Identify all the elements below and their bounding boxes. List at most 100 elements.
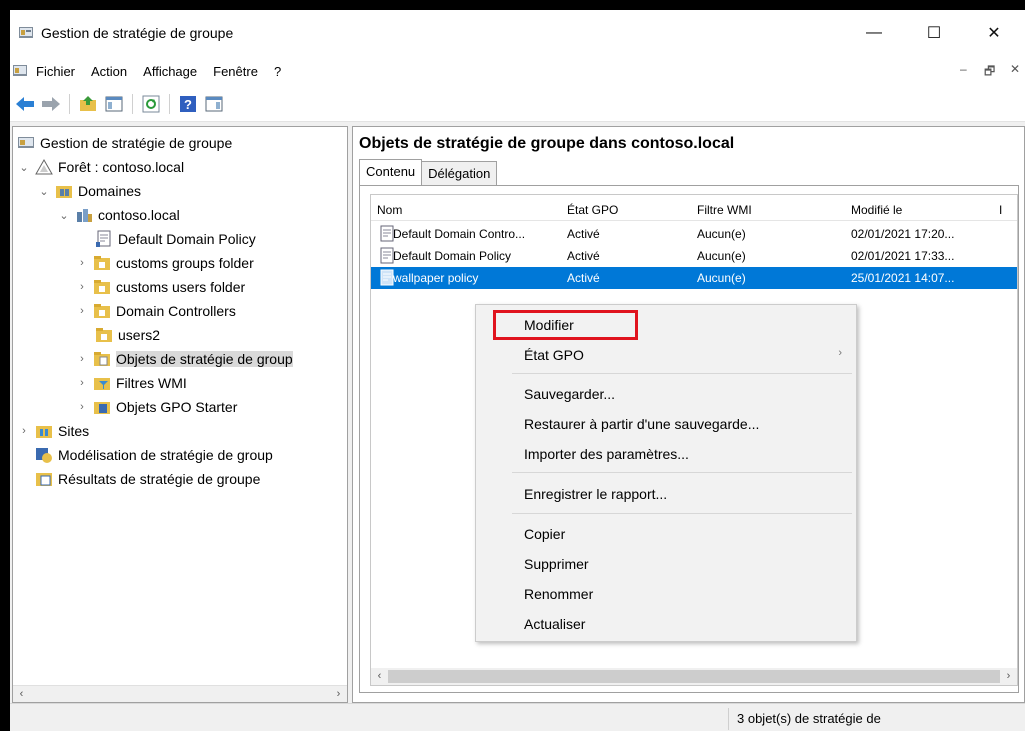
ou-folder-icon	[94, 256, 110, 270]
close-button[interactable]: ✕	[971, 10, 1017, 56]
toolbar: ?	[10, 86, 1025, 122]
forest-icon	[35, 158, 53, 175]
submenu-arrow-icon: ›	[838, 347, 842, 359]
expand-chevron-icon[interactable]: ›	[75, 257, 89, 269]
status-bar: 3 objet(s) de stratégie de	[10, 703, 1025, 731]
tab-delegation[interactable]: Délégation	[421, 161, 498, 185]
menu-affichage[interactable]: Affichage	[135, 64, 205, 79]
table-row-selected[interactable]: wallpaper policy Activé Aucun(e) 25/01/2…	[371, 267, 1017, 289]
menu-item-restaurer[interactable]: Restaurer à partir d'une sauvegarde...	[476, 411, 856, 437]
maximize-button[interactable]: ☐	[911, 10, 957, 56]
mdi-child-icon[interactable]	[12, 63, 28, 79]
tree-node-gp-modeling[interactable]: Modélisation de stratégie de group	[35, 443, 273, 467]
forward-arrow-icon	[42, 96, 60, 111]
scroll-left-icon[interactable]: ‹	[371, 668, 388, 685]
collapse-chevron-icon[interactable]: ⌄	[57, 209, 71, 222]
help-button[interactable]: ?	[177, 93, 199, 115]
expand-chevron-icon[interactable]: ›	[75, 281, 89, 293]
menu-fenetre[interactable]: Fenêtre	[205, 64, 266, 79]
menu-item-enregistrer-rapport[interactable]: Enregistrer le rapport...	[476, 481, 856, 507]
menu-fichier[interactable]: Fichier	[28, 64, 83, 79]
toolbar-separator	[69, 93, 70, 114]
menu-item-actualiser[interactable]: Actualiser	[476, 611, 856, 637]
menu-separator	[512, 513, 852, 514]
scrollbar-thumb[interactable]	[388, 670, 1000, 683]
column-nom[interactable]: Nom	[377, 203, 402, 217]
mdi-minimize-button[interactable]: –	[960, 62, 967, 76]
context-menu: Modifier État GPO › Sauvegarder... Resta…	[475, 304, 857, 642]
tab-strip: Contenu Délégation	[359, 159, 498, 185]
column-extra[interactable]: I	[999, 203, 1002, 217]
refresh-button[interactable]	[140, 93, 162, 115]
menu-item-importer[interactable]: Importer des paramètres...	[476, 441, 856, 467]
tree-node-gpo-container[interactable]: › Objets de stratégie de group	[75, 347, 293, 371]
list-horizontal-scrollbar[interactable]: ‹ ›	[371, 668, 1017, 685]
ou-folder-icon	[94, 304, 110, 318]
scroll-right-icon[interactable]: ›	[330, 686, 347, 702]
tree-node-forest[interactable]: ⌄ Forêt : contoso.local	[17, 155, 184, 179]
menu-item-supprimer[interactable]: Supprimer	[476, 551, 856, 577]
expand-chevron-icon[interactable]: ›	[75, 401, 89, 413]
expand-chevron-icon[interactable]: ›	[75, 353, 89, 365]
menu-item-renommer[interactable]: Renommer	[476, 581, 856, 607]
table-row[interactable]: Default Domain Policy Activé Aucun(e) 02…	[371, 245, 1017, 267]
console-tree-icon	[105, 96, 123, 111]
tree-node-users2[interactable]: users2	[95, 323, 160, 347]
tree-node-domain-controllers[interactable]: › Domain Controllers	[75, 299, 236, 323]
tab-contenu[interactable]: Contenu	[359, 159, 423, 185]
window-title: Gestion de stratégie de groupe	[41, 25, 234, 41]
tree-horizontal-scrollbar[interactable]: ‹ ›	[13, 685, 347, 702]
help-icon: ?	[180, 95, 196, 112]
up-level-button[interactable]	[77, 93, 99, 115]
toolbar-separator	[169, 93, 170, 114]
menu-item-sauvegarder[interactable]: Sauvegarder...	[476, 381, 856, 407]
refresh-icon	[142, 95, 160, 112]
minimize-button[interactable]: —	[851, 10, 897, 56]
mdi-restore-button[interactable]: 🗗	[984, 62, 995, 83]
column-filtre-wmi[interactable]: Filtre WMI	[697, 203, 752, 217]
tree-node-default-domain-policy[interactable]: Default Domain Policy	[95, 227, 256, 251]
gpo-link-icon	[96, 230, 111, 247]
expand-chevron-icon[interactable]: ›	[75, 305, 89, 317]
svg-text:?: ?	[184, 97, 192, 112]
forward-button[interactable]	[40, 93, 62, 115]
menu-help[interactable]: ?	[266, 64, 289, 79]
collapse-chevron-icon[interactable]: ⌄	[37, 185, 51, 198]
console-tree[interactable]: Gestion de stratégie de groupe ⌄ Forêt :…	[12, 126, 348, 703]
menu-action[interactable]: Action	[83, 64, 135, 79]
show-hide-tree-button[interactable]	[103, 93, 125, 115]
domains-icon	[56, 186, 72, 198]
tree-node-wmi-filters[interactable]: › Filtres WMI	[75, 371, 187, 395]
highlight-box	[493, 310, 638, 340]
expand-chevron-icon[interactable]: ›	[17, 425, 31, 437]
back-arrow-icon	[16, 96, 34, 111]
wmi-filter-icon	[94, 378, 110, 390]
gpmc-console-icon	[18, 137, 34, 148]
menu-item-copier[interactable]: Copier	[476, 521, 856, 547]
table-row[interactable]: Default Domain Contro... Activé Aucun(e)…	[371, 223, 1017, 245]
menu-separator	[512, 472, 852, 473]
column-etat-gpo[interactable]: État GPO	[567, 203, 618, 217]
show-action-pane-button[interactable]	[203, 93, 225, 115]
tree-node-gpmc-root[interactable]: Gestion de stratégie de groupe	[17, 131, 232, 155]
tree-node-customs-users-folder[interactable]: › customs users folder	[75, 275, 245, 299]
tree-node-starter-gpos[interactable]: › Objets GPO Starter	[75, 395, 237, 419]
up-folder-icon	[80, 95, 96, 111]
mdi-close-button[interactable]: ✕	[1010, 62, 1020, 76]
column-modifie-le[interactable]: Modifié le	[851, 203, 902, 217]
action-pane-icon	[205, 96, 223, 111]
back-button[interactable]	[14, 93, 36, 115]
tree-node-sites[interactable]: › Sites	[17, 419, 89, 443]
tree-node-customs-groups-folder[interactable]: › customs groups folder	[75, 251, 254, 275]
expand-chevron-icon[interactable]: ›	[75, 377, 89, 389]
status-count: 3 objet(s) de stratégie de	[728, 708, 1025, 730]
scroll-right-icon[interactable]: ›	[1000, 668, 1017, 685]
tree-node-domains[interactable]: ⌄ Domaines	[37, 179, 141, 203]
menu-bar: Fichier Action Affichage Fenêtre ?	[10, 56, 1025, 86]
tree-node-contoso-local[interactable]: ⌄ contoso.local	[57, 203, 179, 227]
scroll-left-icon[interactable]: ‹	[13, 686, 30, 702]
menu-item-etat-gpo[interactable]: État GPO ›	[476, 342, 856, 368]
collapse-chevron-icon[interactable]: ⌄	[17, 161, 31, 174]
tree-node-gp-results[interactable]: Résultats de stratégie de groupe	[35, 467, 260, 491]
list-header: Nom État GPO Filtre WMI Modifié le I	[371, 195, 1017, 221]
